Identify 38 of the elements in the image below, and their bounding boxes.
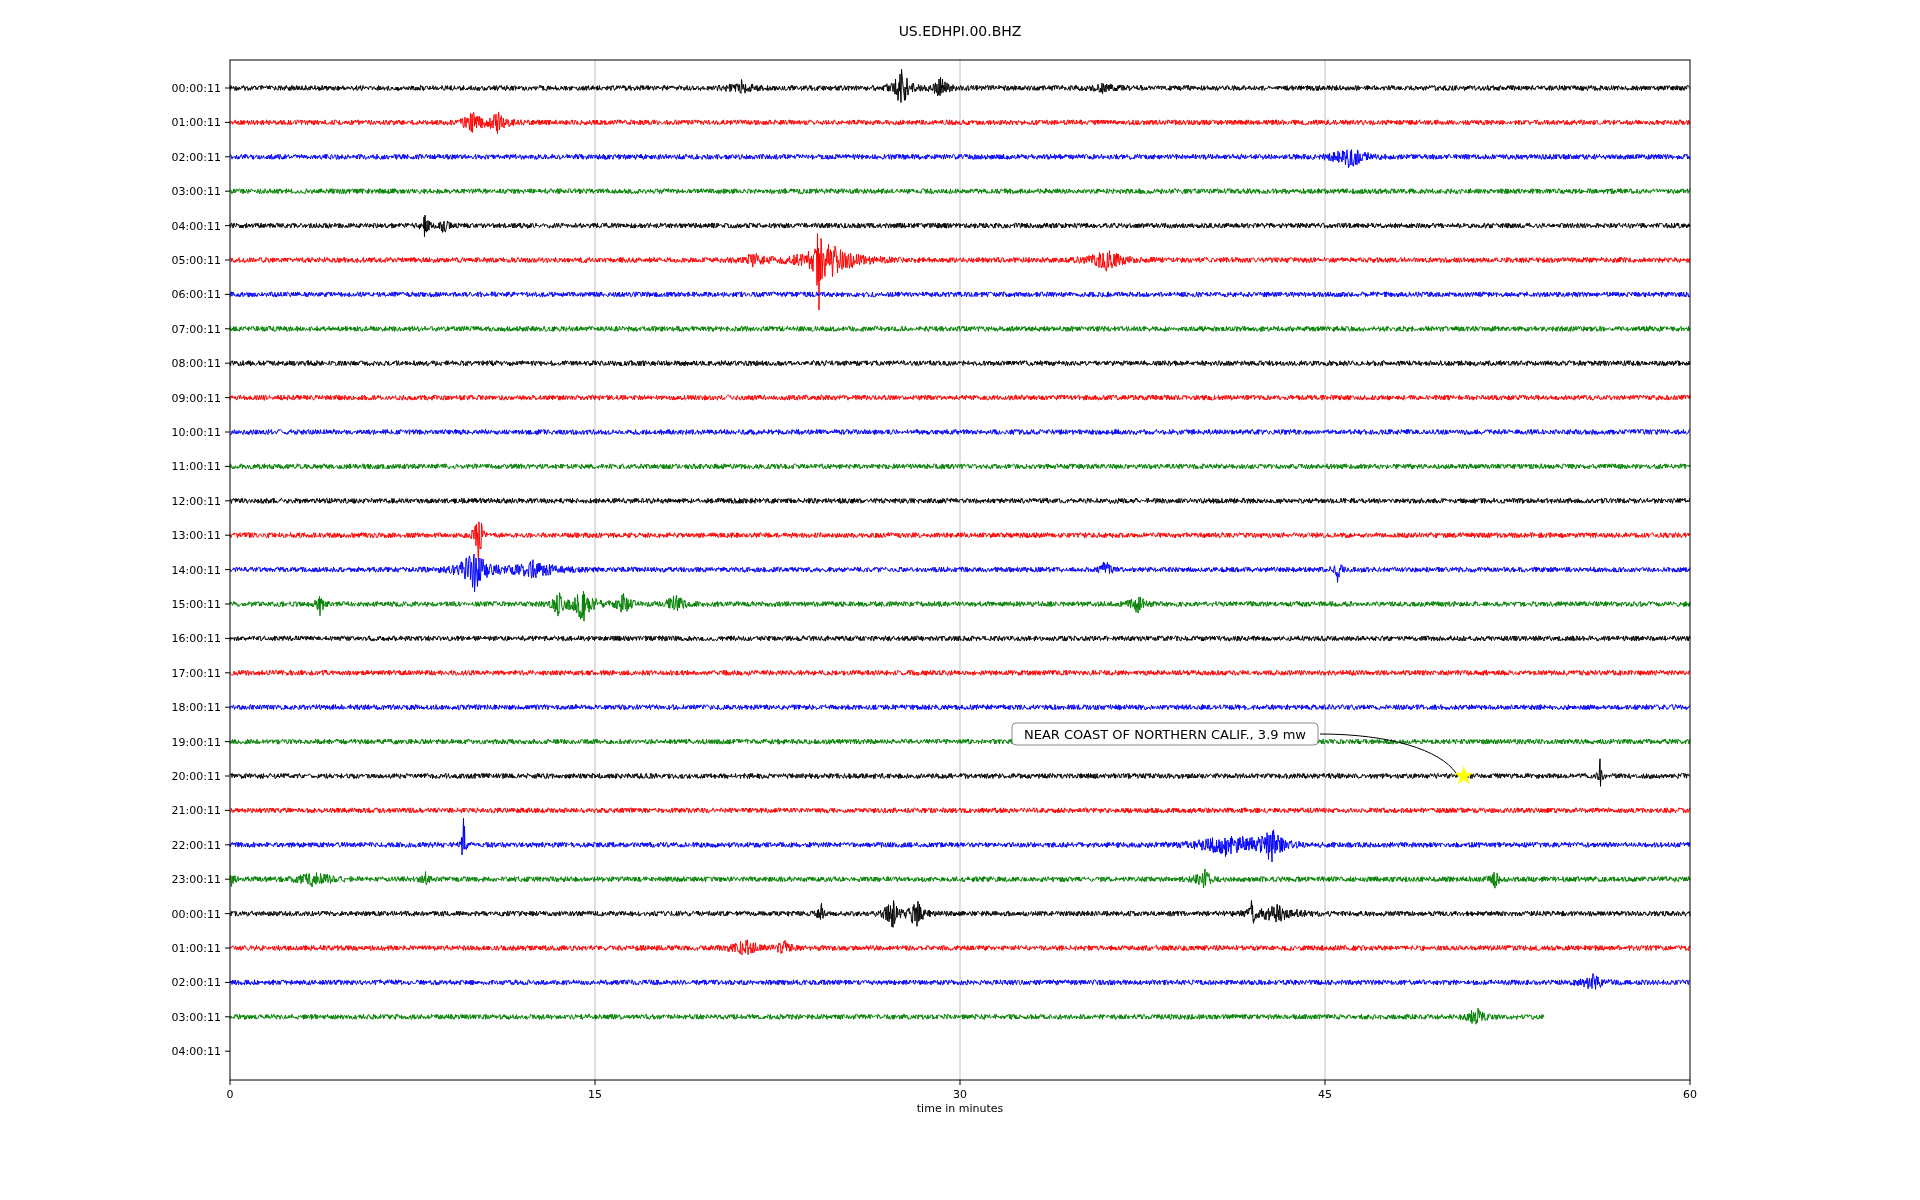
time-label: 14:00:11: [171, 563, 221, 577]
tick-label: 45: [1318, 1088, 1332, 1101]
time-label: 13:00:11: [171, 529, 221, 543]
time-label: 05:00:11: [171, 254, 221, 267]
time-label: 00:00:11: [171, 82, 221, 95]
time-label: 22:00:11: [171, 838, 221, 852]
time-label: 04:00:11: [171, 1045, 221, 1059]
annotation-label: NEAR COAST OF NORTHERN CALIF., 3.9 mw: [1011, 722, 1319, 746]
time-label: 03:00:11: [171, 185, 221, 199]
time-label: 02:00:11: [171, 976, 221, 990]
time-label: 01:00:11: [171, 942, 221, 955]
time-label: 12:00:11: [171, 494, 221, 508]
time-label: 15:00:11: [171, 598, 221, 611]
time-label: 01:00:11: [171, 116, 221, 130]
time-label: 23:00:11: [171, 873, 221, 887]
time-label: 16:00:11: [171, 632, 221, 646]
tick-label: 30: [953, 1088, 967, 1101]
time-label: 03:00:11: [171, 1010, 221, 1024]
tick-label: 60: [1683, 1088, 1697, 1101]
time-label: 09:00:11: [171, 391, 221, 405]
tick-label: 15: [588, 1088, 602, 1101]
time-label: 07:00:11: [171, 322, 221, 336]
tick-label: 0: [226, 1088, 234, 1101]
time-label: 11:00:11: [171, 460, 221, 474]
star-icon: [1454, 766, 1474, 785]
time-label: 17:00:11: [171, 666, 221, 680]
time-label: 20:00:11: [171, 770, 221, 783]
axis-title: time in minutes: [916, 1102, 1004, 1115]
time-label: 21:00:11: [171, 804, 221, 818]
chart-title: US.EDHPI.00.BHZ: [898, 23, 1022, 39]
time-label: 02:00:11: [171, 150, 221, 164]
time-label: 10:00:11: [171, 426, 221, 439]
time-label: 19:00:11: [171, 735, 221, 749]
time-label: 06:00:11: [171, 288, 221, 302]
time-label: 04:00:11: [171, 219, 221, 233]
time-label: 18:00:11: [171, 701, 221, 715]
time-label: 00:00:11: [171, 907, 221, 921]
time-label: 08:00:11: [171, 357, 221, 371]
